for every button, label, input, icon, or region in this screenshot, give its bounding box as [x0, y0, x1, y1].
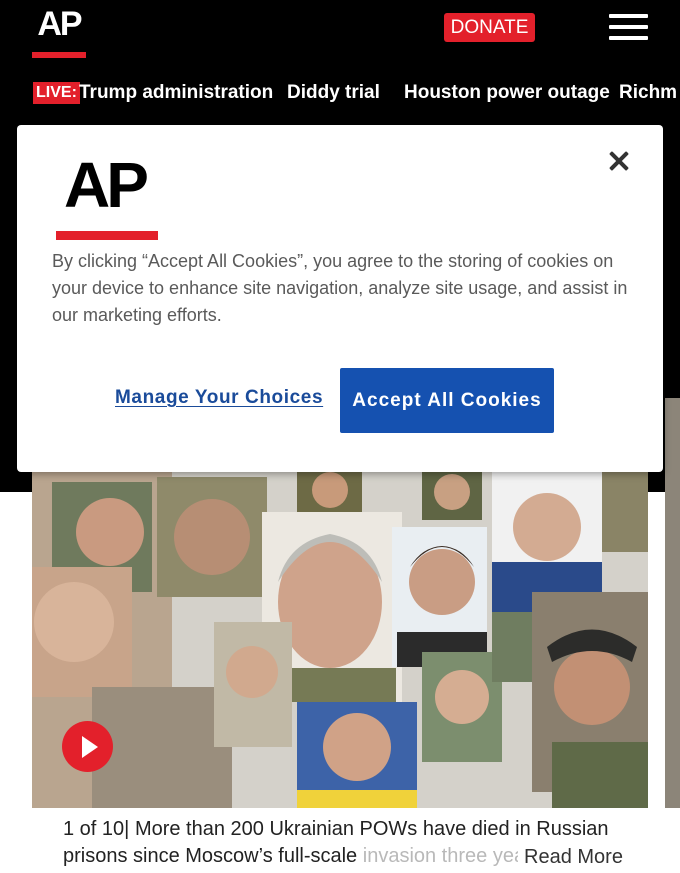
trending-link-richmond[interactable]: Richm [619, 80, 677, 106]
slide-counter: 1 of 10 [63, 818, 125, 840]
manage-choices-link[interactable]: Manage Your Choices [115, 387, 323, 409]
story-hero-image[interactable] [32, 472, 648, 808]
trending-link-trump-administration[interactable]: Trump administration [79, 80, 273, 106]
accept-all-cookies-button[interactable]: Accept All Cookies [340, 368, 554, 433]
read-more-link[interactable]: Read More [518, 846, 623, 869]
cookie-consent-dialog: AP By clicking “Accept All Cookies”, you… [17, 125, 663, 472]
modal-ap-logo: AP [64, 149, 149, 221]
live-badge: LIVE: [33, 82, 80, 104]
pow-portraits-collage [32, 472, 648, 808]
next-slide-thumbnail[interactable] [665, 398, 680, 808]
ap-logo-underline [32, 52, 86, 58]
trending-link-diddy-trial[interactable]: Diddy trial [287, 80, 380, 106]
modal-logo-underline [56, 231, 158, 240]
close-icon[interactable] [605, 147, 633, 175]
play-icon [82, 736, 98, 758]
play-video-button[interactable] [62, 721, 113, 772]
hamburger-menu-icon[interactable] [608, 14, 650, 42]
cookie-consent-message: By clicking “Accept All Cookies”, you ag… [52, 251, 628, 325]
caption-line-2: prisons since Moscow’s full-scale [63, 845, 363, 867]
ap-logo-text: AP [37, 5, 82, 43]
caption-faded-text: invasion three year [362, 845, 532, 867]
trending-topics-bar: LIVE: Trump administration Diddy trial H… [0, 76, 680, 110]
counter-separator: | [124, 818, 130, 840]
donate-button[interactable]: DONATE [444, 13, 535, 42]
trending-link-houston-power-outage[interactable]: Houston power outage [404, 80, 610, 106]
ap-logo[interactable]: AP [32, 0, 86, 58]
caption-line-1: More than 200 Ukrainian POWs have died i… [134, 818, 609, 840]
